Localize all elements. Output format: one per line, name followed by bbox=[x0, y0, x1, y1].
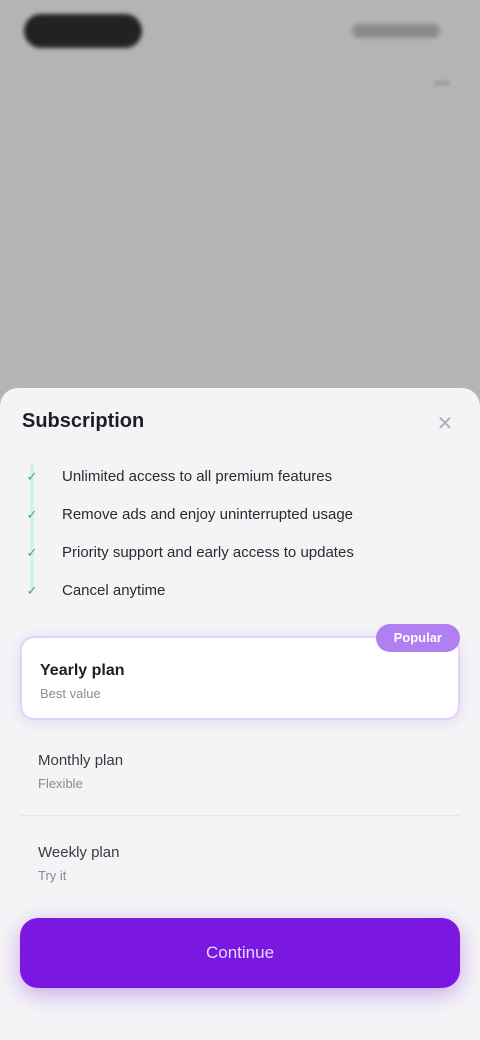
benefit-item: ✓ Unlimited access to all premium featur… bbox=[22, 458, 442, 496]
plan-name: Weekly plan bbox=[38, 844, 120, 861]
subscription-sheet: Subscription ✕ ✓ Unlimited access to all… bbox=[0, 388, 480, 1040]
plan-option-weekly[interactable]: Weekly plan Try it bbox=[20, 824, 460, 908]
benefit-item: ✓ Cancel anytime bbox=[22, 572, 442, 610]
continue-button[interactable]: Continue bbox=[20, 918, 460, 988]
benefit-text: Remove ads and enjoy uninterrupted usage bbox=[62, 506, 354, 523]
plan-option-yearly[interactable]: Popular Yearly plan Best value bbox=[20, 624, 460, 720]
plan-option-monthly[interactable]: Monthly plan Flexible bbox=[20, 732, 460, 816]
background-header bbox=[0, 0, 480, 86]
benefit-text: Unlimited access to all premium features bbox=[62, 468, 333, 485]
popular-badge: Popular bbox=[375, 624, 460, 652]
app-logo-icon bbox=[24, 14, 142, 48]
plan-subtitle: Flexible bbox=[38, 776, 83, 791]
check-icon: ✓ bbox=[26, 583, 38, 598]
benefit-item: ✓ Remove ads and enjoy uninterrupted usa… bbox=[22, 496, 442, 534]
check-icon: ✓ bbox=[26, 545, 38, 560]
plan-name: Yearly plan bbox=[40, 662, 125, 679]
check-icon: ✓ bbox=[26, 469, 38, 484]
benefits-list: ✓ Unlimited access to all premium featur… bbox=[22, 458, 442, 610]
check-icon: ✓ bbox=[26, 507, 38, 522]
benefit-item: ✓ Priority support and early access to u… bbox=[22, 534, 442, 572]
more-icon bbox=[434, 80, 450, 86]
plan-subtitle: Try it bbox=[38, 868, 67, 883]
plan-name: Monthly plan bbox=[38, 752, 124, 769]
header-action bbox=[352, 24, 440, 38]
benefit-text: Cancel anytime bbox=[62, 582, 166, 599]
close-icon[interactable]: ✕ bbox=[432, 410, 458, 436]
benefit-text: Priority support and early access to upd… bbox=[62, 544, 354, 561]
plan-subtitle: Best value bbox=[40, 686, 101, 701]
sheet-title: Subscription bbox=[22, 410, 145, 432]
